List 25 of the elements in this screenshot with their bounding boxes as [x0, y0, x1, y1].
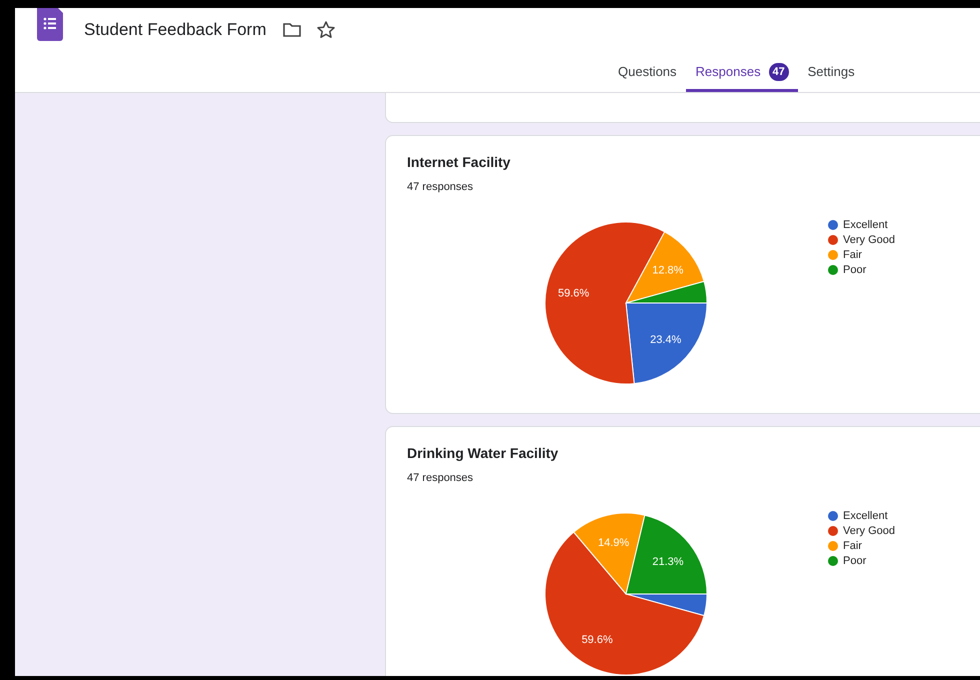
response-count: 47 responses: [407, 472, 474, 484]
response-count-badge: 47: [768, 62, 789, 80]
question-title: Drinking Water Facility: [407, 445, 560, 461]
tab[interactable]: Questions: [608, 54, 686, 92]
slice-label: 23.4%: [650, 334, 682, 346]
slice-label: 12.8%: [652, 264, 684, 277]
slice-label: 59.6%: [582, 634, 613, 646]
folder-icon[interactable]: [282, 20, 302, 40]
tab[interactable]: Settings: [798, 54, 864, 92]
legend-label: Very Good: [843, 234, 895, 246]
legend-label: Poor: [843, 264, 866, 276]
legend-label: Very Good: [843, 525, 895, 537]
legend-label: Poor: [843, 555, 866, 567]
legend-label: Fair: [843, 540, 862, 552]
slice-label: 59.6%: [558, 288, 590, 300]
legend-label: Excellent: [843, 219, 888, 231]
star-icon[interactable]: [316, 20, 336, 40]
response-count: 47 responses: [407, 181, 474, 193]
slice-label: 21.3%: [652, 556, 684, 568]
question-title: Internet Facility: [407, 154, 512, 170]
legend-label: Fair: [843, 249, 862, 261]
form-title[interactable]: Student Feedback Form: [84, 20, 266, 40]
slice-label: 14.9%: [598, 537, 630, 549]
forms-logo-icon[interactable]: [37, 8, 63, 41]
legend-label: Excellent: [843, 510, 888, 522]
